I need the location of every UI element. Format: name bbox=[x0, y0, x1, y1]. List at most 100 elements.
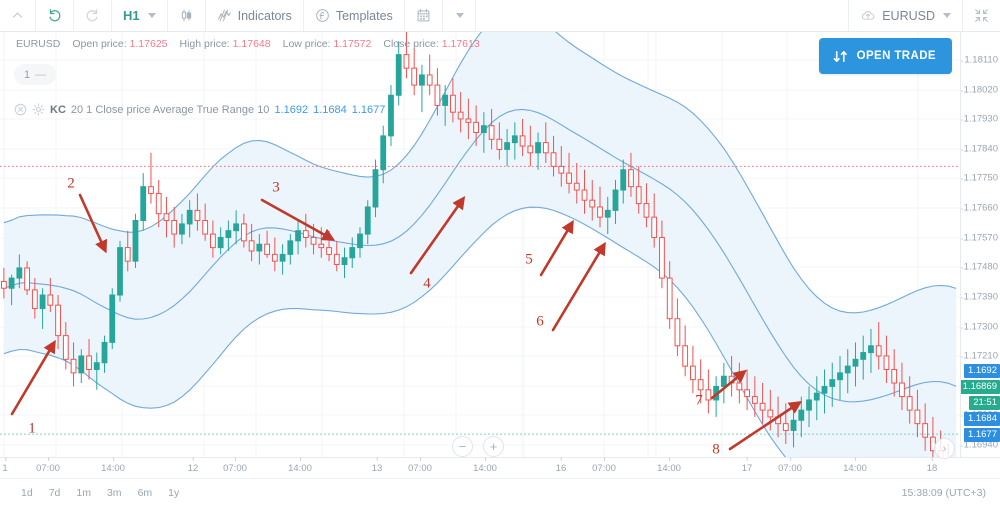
price-tick: 1.17480 bbox=[961, 261, 998, 273]
symbol-label: EURUSD bbox=[882, 8, 935, 23]
range-button-1y[interactable]: 1y bbox=[161, 484, 186, 502]
ohlc-low: Low price: 1.17572 bbox=[283, 38, 372, 50]
chevron-down-icon bbox=[455, 13, 464, 18]
bottom-bar: 1d 7d 1m 3m 6m 1y 15:38:09 (UTC+3) bbox=[0, 478, 1000, 506]
price-tick: 1.18020 bbox=[961, 84, 998, 96]
symbol-selector[interactable]: EURUSD bbox=[848, 0, 962, 31]
open-trade-label: OPEN TRADE bbox=[856, 50, 936, 62]
range-button-7d[interactable]: 7d bbox=[42, 484, 68, 502]
indicator-params: 20 1 Close price Average True Range 10 bbox=[70, 103, 270, 116]
time-tick: 17 bbox=[741, 457, 753, 474]
trade-arrows-icon bbox=[833, 50, 847, 62]
function-icon bbox=[315, 9, 329, 22]
time-axis[interactable]: 1 07:00 14:00 12 07:00 14:00 13 07:00 14:00 16 07:… bbox=[0, 457, 1000, 478]
range-button-1d[interactable]: 1d bbox=[14, 484, 40, 502]
calendar-button[interactable] bbox=[405, 0, 443, 31]
price-badge: 1.1677 bbox=[963, 428, 1000, 442]
chevron-down-icon bbox=[147, 13, 156, 18]
price-tick: 1.17840 bbox=[961, 143, 998, 155]
calendar-icon bbox=[417, 9, 430, 22]
time-tick: 12 bbox=[187, 457, 199, 474]
price-badge: 21:51 bbox=[969, 396, 1000, 410]
range-button-1m[interactable]: 1m bbox=[69, 484, 98, 502]
time-tick: 07:00 bbox=[36, 457, 60, 474]
chevron-down-icon bbox=[943, 13, 951, 18]
templates-button[interactable]: Templates bbox=[304, 0, 405, 31]
indicator-value-lower: 1.1677 bbox=[351, 103, 386, 116]
lot-size-badge[interactable]: 1 — bbox=[14, 64, 56, 85]
ohlc-symbol: EURUSD bbox=[16, 38, 61, 50]
price-tick: 1.17390 bbox=[961, 291, 998, 303]
toolbar: H1 Indicators Templates EURUSD bbox=[0, 0, 1000, 32]
range-button-6m[interactable]: 6m bbox=[131, 484, 160, 502]
close-price-value: 1.17613 bbox=[441, 38, 480, 50]
timeframe-label: H1 bbox=[123, 8, 140, 23]
price-tick: 1.17930 bbox=[961, 113, 998, 125]
indicator-name: KC bbox=[50, 103, 66, 116]
time-tick: 18 bbox=[926, 457, 938, 474]
high-price-value: 1.17648 bbox=[232, 38, 271, 50]
fullscreen-button[interactable] bbox=[962, 0, 1000, 31]
price-axis[interactable]: 1.18110 1.18020 1.17930 1.17840 1.17750 1.176… bbox=[960, 32, 1000, 457]
cloud-upload-icon bbox=[862, 10, 875, 20]
open-price-value: 1.17625 bbox=[129, 38, 168, 50]
price-tick: 1.17210 bbox=[961, 350, 998, 362]
price-tick: 1.17300 bbox=[961, 321, 998, 333]
time-tick: 07:00 bbox=[408, 457, 432, 474]
high-price-label: High price: bbox=[179, 38, 230, 50]
time-tick: 13 bbox=[371, 457, 383, 474]
zoom-in-button[interactable]: + bbox=[483, 436, 504, 457]
time-tick: 16 bbox=[555, 457, 567, 474]
time-tick: 14:00 bbox=[843, 457, 867, 474]
chart-type-button[interactable] bbox=[168, 0, 206, 31]
toolbar-right-group: EURUSD bbox=[848, 0, 1000, 31]
indicator-legend[interactable]: KC 20 1 Close price Average True Range 1… bbox=[14, 103, 385, 116]
time-tick: 14:00 bbox=[473, 457, 497, 474]
ohlc-close: Close price: 1.17613 bbox=[383, 38, 479, 50]
ohlc-info-bar: EURUSD Open price: 1.17625 High price: 1… bbox=[16, 38, 480, 50]
chart-canvas[interactable] bbox=[0, 32, 960, 457]
price-tick: 1.17750 bbox=[961, 172, 998, 184]
close-price-label: Close price: bbox=[383, 38, 439, 50]
zoom-out-button[interactable]: − bbox=[452, 436, 473, 457]
collapse-panel-button[interactable] bbox=[0, 0, 36, 31]
undo-button[interactable] bbox=[36, 0, 74, 31]
time-tick: 14:00 bbox=[657, 457, 681, 474]
price-tick: 1.17570 bbox=[961, 232, 998, 244]
chevron-up-icon bbox=[12, 12, 23, 18]
candlestick-icon bbox=[181, 9, 191, 22]
time-tick: 07:00 bbox=[778, 457, 802, 474]
undo-icon bbox=[49, 9, 61, 22]
price-tick: 1.18110 bbox=[961, 54, 998, 66]
indicators-button[interactable]: Indicators bbox=[206, 0, 304, 31]
redo-button[interactable] bbox=[74, 0, 112, 31]
indicators-icon bbox=[217, 9, 231, 22]
calendar-dropdown-button[interactable] bbox=[443, 0, 476, 31]
range-button-3m[interactable]: 3m bbox=[100, 484, 129, 502]
ohlc-open: Open price: 1.17625 bbox=[72, 38, 167, 50]
indicator-settings-icon[interactable] bbox=[32, 103, 45, 116]
timeframe-selector[interactable]: H1 bbox=[112, 0, 168, 31]
server-clock: 15:38:09 (UTC+3) bbox=[901, 486, 986, 499]
price-tick: 1.17660 bbox=[961, 202, 998, 214]
lot-size-value: 1 bbox=[23, 68, 31, 81]
price-badge: 1.1692 bbox=[963, 364, 1000, 378]
scroll-to-latest-button[interactable]: › bbox=[934, 438, 955, 459]
remove-indicator-icon[interactable] bbox=[14, 103, 27, 116]
price-chart-svg bbox=[0, 32, 960, 457]
ohlc-high: High price: 1.17648 bbox=[180, 38, 271, 50]
time-tick: 07:00 bbox=[592, 457, 616, 474]
price-badge: 1.1684 bbox=[963, 412, 1000, 426]
lot-size-dash: — bbox=[35, 68, 47, 81]
zoom-controls: − + bbox=[452, 436, 504, 457]
collapse-fullscreen-icon bbox=[975, 9, 988, 22]
time-tick: 14:00 bbox=[288, 457, 312, 474]
indicator-value-upper: 1.1692 bbox=[274, 103, 309, 116]
open-trade-button[interactable]: OPEN TRADE bbox=[818, 38, 952, 74]
time-tick: 1 bbox=[2, 457, 8, 474]
low-price-label: Low price: bbox=[282, 38, 331, 50]
templates-label: Templates bbox=[335, 8, 393, 23]
time-tick: 14:00 bbox=[101, 457, 125, 474]
time-tick: 07:00 bbox=[223, 457, 247, 474]
